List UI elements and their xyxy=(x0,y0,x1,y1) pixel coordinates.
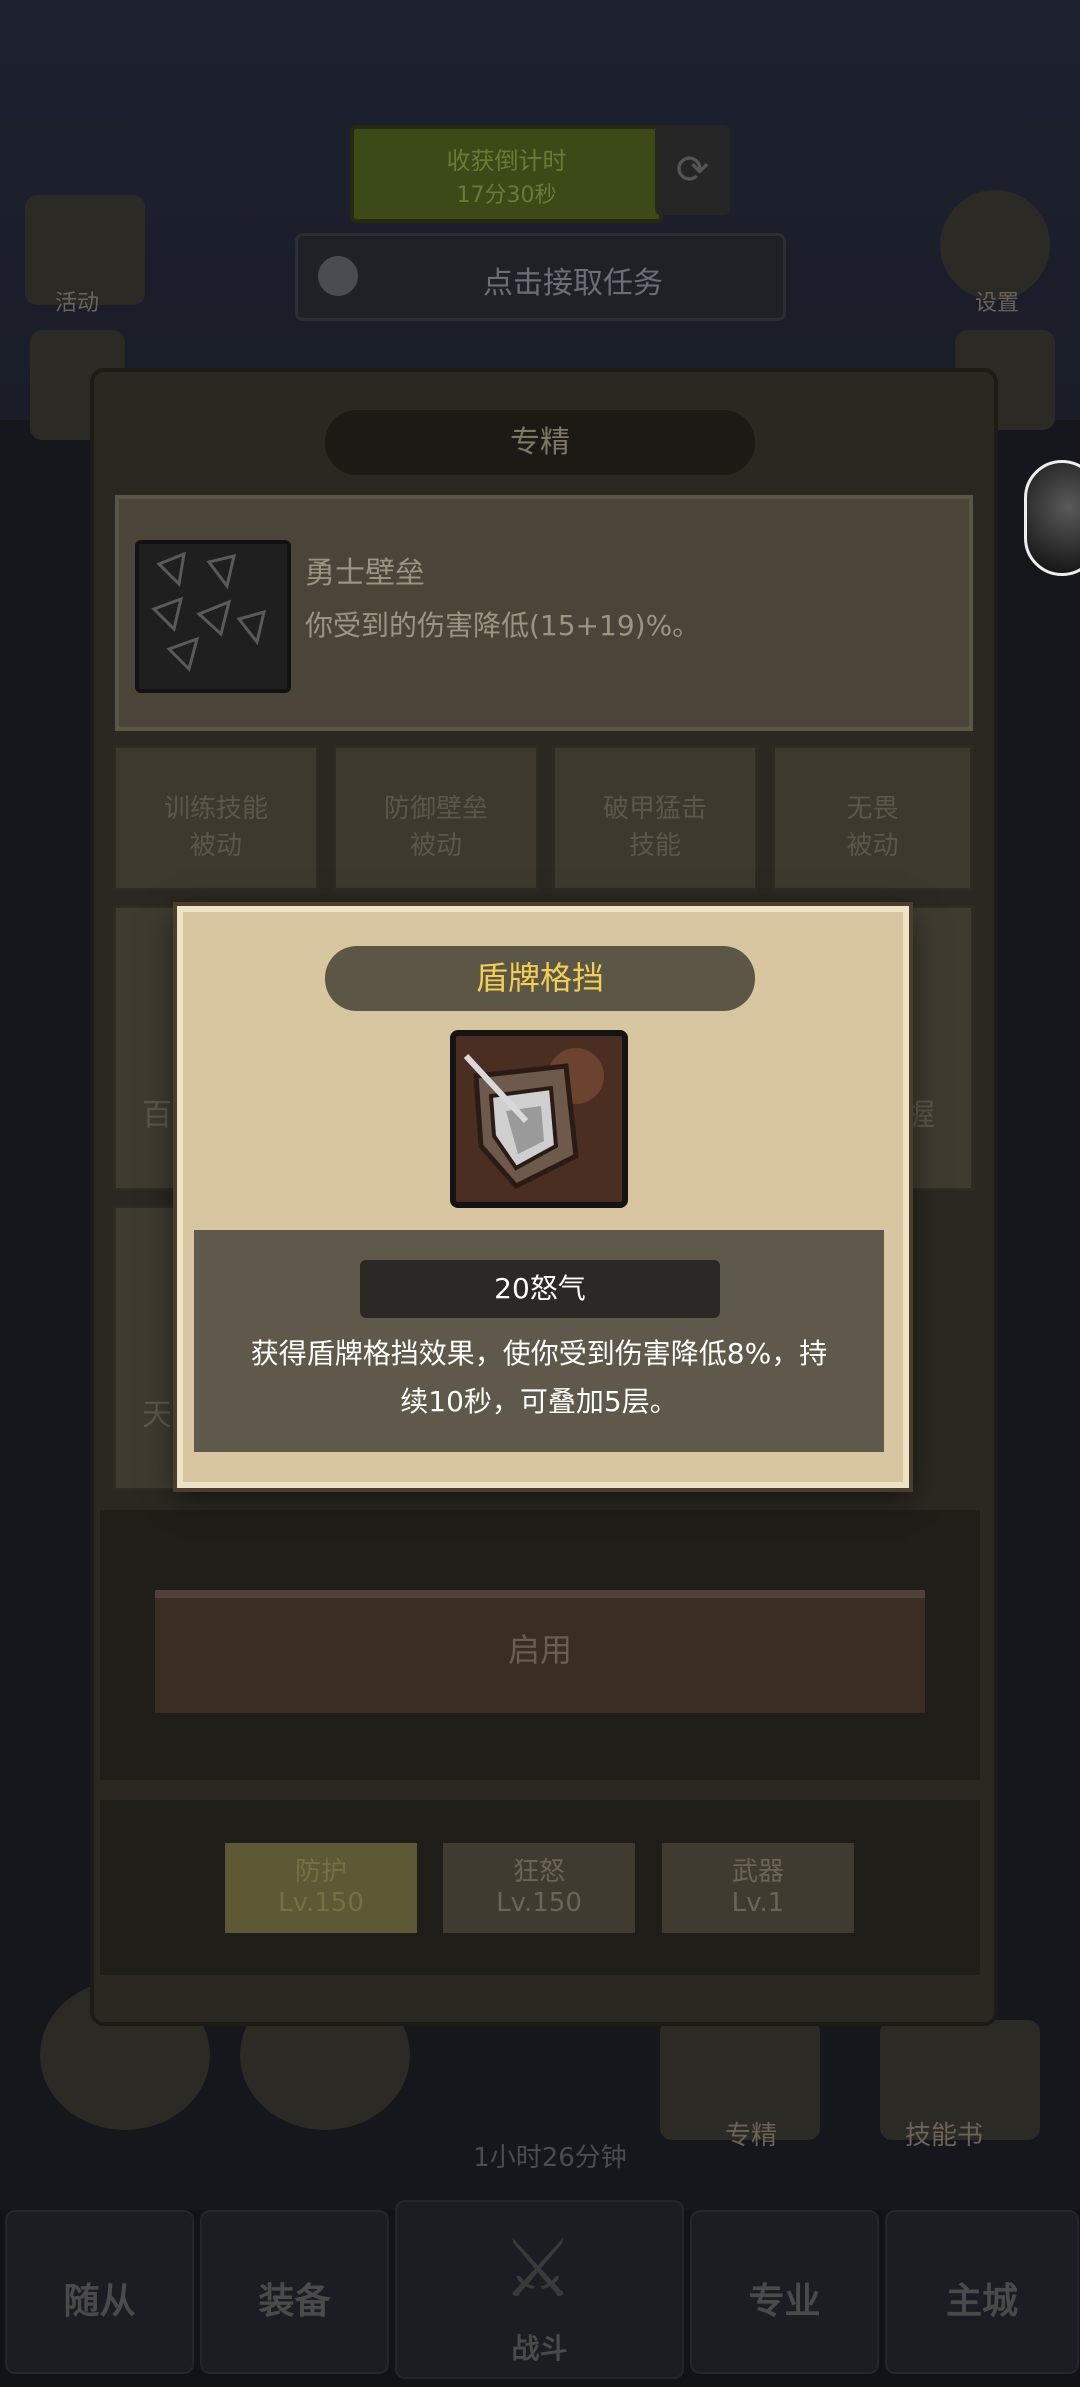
gear-icon[interactable] xyxy=(940,190,1050,300)
tab-level: Lv.150 xyxy=(496,1888,582,1918)
popup-title: 盾牌格挡 xyxy=(325,946,755,1011)
shield-block-icon xyxy=(450,1030,628,1208)
nav-label: 装备 xyxy=(258,2281,331,2322)
skill-slot-label: 训练技能 被动 xyxy=(163,794,268,861)
tab-level: Lv.1 xyxy=(731,1888,785,1918)
popup-description-line2: 续10秒，可叠加5层。 xyxy=(400,1385,678,1418)
nav-label: 战斗 xyxy=(511,2332,568,2365)
activity-label: 活动 xyxy=(55,291,100,316)
time-remaining: 1小时26分钟 xyxy=(473,2143,627,2173)
settings-label: 设置 xyxy=(975,291,1020,316)
skillbook-label: 技能书 xyxy=(905,2121,984,2151)
skill-slot[interactable]: 无畏 被动 xyxy=(772,745,973,891)
tab-protection[interactable]: 防护 Lv.150 xyxy=(225,1843,417,1933)
nav-equipment[interactable]: 装备 xyxy=(200,2210,389,2374)
rage-cost: 20怒气 xyxy=(360,1260,720,1318)
skill-slot[interactable]: 训练技能 被动 xyxy=(113,745,319,891)
accept-task-bar[interactable]: 点击接取任务 xyxy=(295,233,786,321)
skill-slot[interactable]: 破甲猛击 技能 xyxy=(552,745,758,891)
tab-level: Lv.150 xyxy=(278,1888,364,1918)
enable-button[interactable]: 启用 xyxy=(155,1590,925,1713)
task-icon xyxy=(318,256,358,296)
crossed-swords-icon: ⚔ xyxy=(502,2222,574,2315)
tab-arms[interactable]: 武器 Lv.1 xyxy=(662,1843,854,1933)
refresh-icon[interactable]: ⟳ xyxy=(655,125,730,215)
nav-profession[interactable]: 专业 xyxy=(690,2210,879,2374)
nav-label: 主城 xyxy=(945,2281,1018,2322)
harvest-timer[interactable]: 收获倒计时 17分30秒 xyxy=(350,125,663,223)
tab-fury[interactable]: 狂怒 Lv.150 xyxy=(443,1843,635,1933)
nav-followers[interactable]: 随从 xyxy=(5,2210,194,2374)
skill-slot-label: 防御壁垒 被动 xyxy=(383,794,488,861)
skill-slot[interactable]: 防御壁垒 被动 xyxy=(333,745,539,891)
tab-name: 防护 xyxy=(294,1857,347,1887)
popup-description: 获得盾牌格挡效果，使你受到伤害降低8%，持 续10秒，可叠加5层。 xyxy=(214,1330,864,1426)
shield-block-art xyxy=(456,1036,622,1202)
floating-assistant-button[interactable] xyxy=(1024,460,1080,576)
popup-description-line1: 获得盾牌格挡效果，使你受到伤害降低8%，持 xyxy=(250,1337,828,1370)
tab-name: 狂怒 xyxy=(512,1857,565,1887)
specialization-label: 专精 xyxy=(725,2121,778,2151)
skill-slot-label: 破甲猛击 技能 xyxy=(602,794,707,861)
nav-label: 随从 xyxy=(63,2281,136,2322)
skill-slot-label: 天 xyxy=(142,1398,172,1433)
tab-name: 武器 xyxy=(731,1857,784,1887)
talent-description: 你受到的伤害降低(15+19)%。 xyxy=(305,609,701,642)
talent-icon xyxy=(135,540,291,693)
shield-pattern-icon xyxy=(151,551,267,672)
skill-slot-label: 无畏 被动 xyxy=(846,794,899,861)
task-text: 点击接取任务 xyxy=(483,266,663,301)
panel-title: 专精 xyxy=(325,410,755,475)
nav-main-city[interactable]: 主城 xyxy=(885,2210,1079,2374)
skill-slot-label: 握 xyxy=(905,1098,935,1133)
nav-label: 专业 xyxy=(748,2281,821,2322)
timer-label: 收获倒计时 xyxy=(446,147,567,175)
skill-slot-label: 百 xyxy=(142,1098,172,1133)
nav-battle[interactable]: ⚔ 战斗 xyxy=(395,2200,684,2379)
timer-value: 17分30秒 xyxy=(456,183,557,208)
talent-name: 勇士壁垒 xyxy=(305,556,425,591)
